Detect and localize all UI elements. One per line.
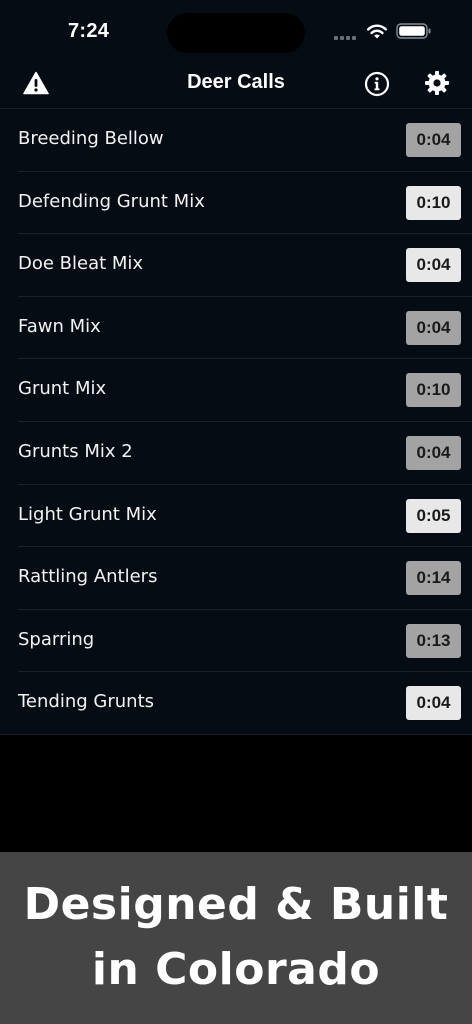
duration-badge: 0:04 bbox=[406, 686, 461, 721]
app-screen: 7:24 Deer Calls Breeding Bellow 0:04 Def… bbox=[0, 0, 472, 735]
duration-badge: 0:10 bbox=[406, 185, 461, 220]
call-name: Grunt Mix bbox=[18, 378, 107, 400]
duration-badge: 0:10 bbox=[406, 373, 461, 408]
status-time: 7:24 bbox=[68, 20, 110, 42]
cellular-signal-icon bbox=[334, 34, 360, 40]
gear-icon[interactable] bbox=[424, 70, 450, 96]
promo-line-1: Designed & Built bbox=[23, 879, 449, 930]
call-row[interactable]: Grunt Mix 0:10 bbox=[0, 359, 472, 422]
call-row[interactable]: Sparring 0:13 bbox=[0, 610, 472, 673]
call-row[interactable]: Doe Bleat Mix 0:04 bbox=[0, 234, 472, 297]
page-title: Deer Calls bbox=[187, 71, 285, 93]
deer-call-list: Breeding Bellow 0:04 Defending Grunt Mix 0:… bbox=[0, 109, 472, 735]
call-name: Fawn Mix bbox=[18, 315, 101, 337]
call-name: Defending Grunt Mix bbox=[18, 190, 205, 212]
call-row[interactable]: Fawn Mix 0:04 bbox=[0, 297, 472, 360]
duration-badge: 0:13 bbox=[406, 623, 461, 658]
call-row[interactable]: Rattling Antlers 0:14 bbox=[0, 547, 472, 610]
duration-badge: 0:04 bbox=[406, 435, 461, 470]
battery-icon bbox=[396, 23, 431, 39]
call-name: Doe Bleat Mix bbox=[18, 253, 144, 275]
dynamic-island bbox=[167, 13, 305, 53]
call-name: Grunts Mix 2 bbox=[18, 440, 133, 462]
promo-banner: Designed & Built in Colorado bbox=[0, 852, 472, 1024]
duration-badge: 0:04 bbox=[406, 123, 461, 157]
call-row[interactable]: Grunts Mix 2 0:04 bbox=[0, 422, 472, 485]
duration-badge: 0:05 bbox=[406, 498, 461, 533]
navigation-bar: Deer Calls bbox=[0, 58, 472, 109]
call-row[interactable]: Light Grunt Mix 0:05 bbox=[0, 485, 472, 548]
call-name: Light Grunt Mix bbox=[18, 503, 157, 525]
call-name: Tending Grunts bbox=[18, 691, 155, 713]
info-icon[interactable] bbox=[364, 71, 390, 97]
wifi-icon bbox=[367, 24, 387, 39]
duration-badge: 0:14 bbox=[406, 561, 461, 596]
status-bar: 7:24 bbox=[0, 0, 472, 58]
call-name: Breeding Bellow bbox=[18, 128, 164, 149]
duration-badge: 0:04 bbox=[406, 310, 461, 345]
call-name: Rattling Antlers bbox=[18, 566, 158, 588]
call-row[interactable]: Breeding Bellow 0:04 bbox=[0, 109, 472, 172]
call-name: Sparring bbox=[18, 628, 95, 650]
call-row[interactable]: Tending Grunts 0:04 bbox=[0, 672, 472, 735]
call-row[interactable]: Defending Grunt Mix 0:10 bbox=[0, 172, 472, 235]
promo-line-2: in Colorado bbox=[91, 944, 381, 995]
duration-badge: 0:04 bbox=[406, 248, 461, 283]
